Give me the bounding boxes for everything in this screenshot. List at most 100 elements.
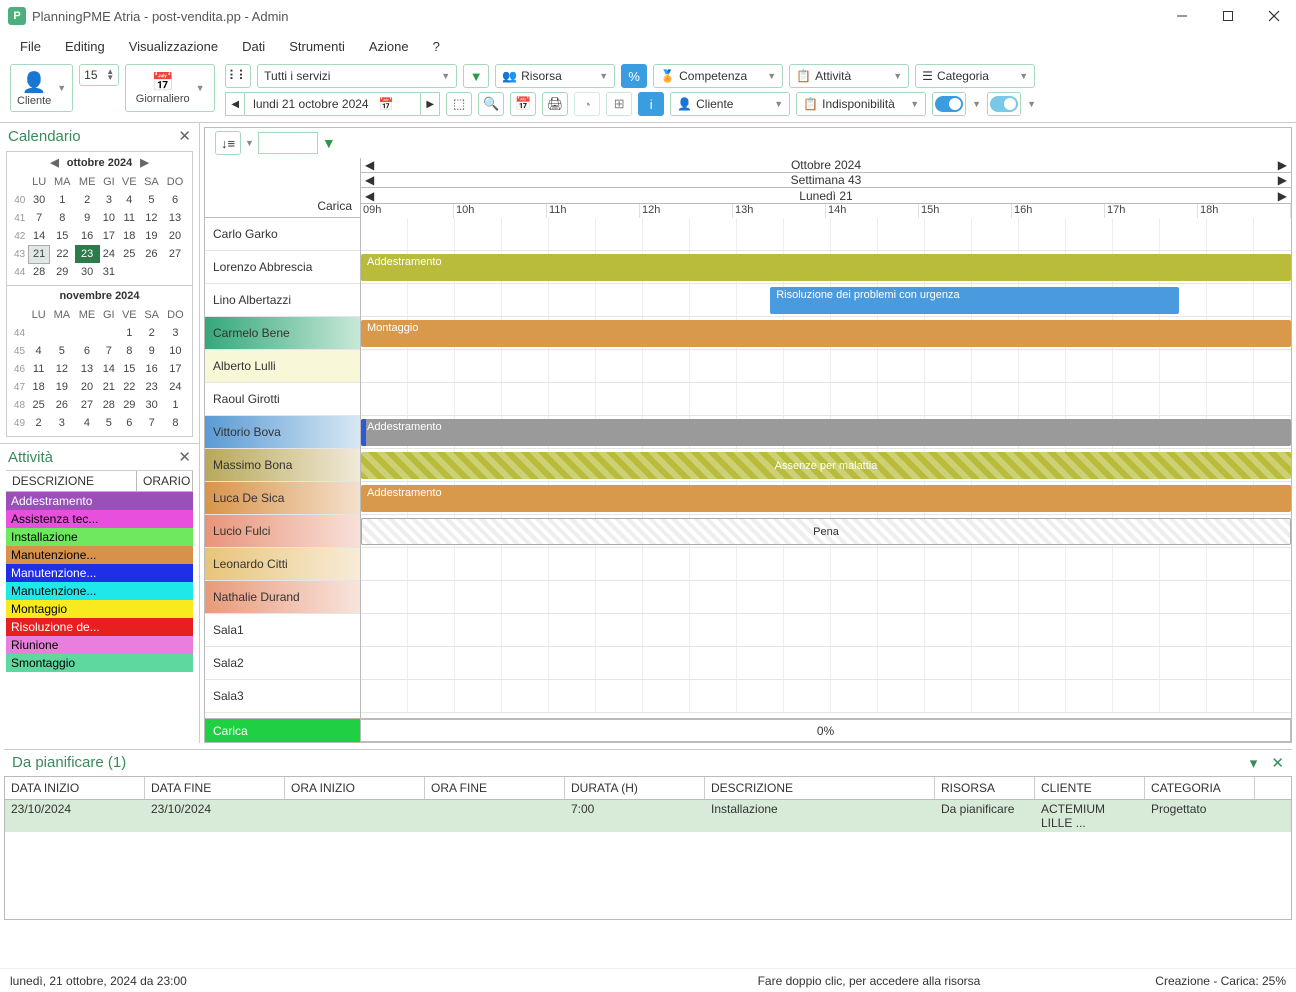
cal-day[interactable]: 25: [118, 245, 140, 263]
cal-day[interactable]: 30: [75, 263, 100, 281]
gantt-row[interactable]: [361, 548, 1291, 581]
activity-item[interactable]: Manutenzione...: [6, 582, 193, 600]
cal-day[interactable]: 1: [118, 324, 140, 342]
gantt-row[interactable]: Montaggio: [361, 317, 1291, 350]
cal-day[interactable]: 28: [29, 263, 50, 281]
cal-day[interactable]: 19: [49, 378, 74, 396]
cal-day[interactable]: 26: [140, 245, 162, 263]
cal-day[interactable]: 6: [74, 342, 99, 360]
cal-day[interactable]: 3: [49, 414, 74, 432]
hierarchy-icon[interactable]: ⠇⠇: [225, 64, 251, 88]
cal-day[interactable]: 23: [140, 378, 162, 396]
services-dropdown[interactable]: Tutti i servizi▼: [257, 64, 457, 88]
resource-row[interactable]: Leonardo Citti: [205, 548, 360, 581]
cal-day[interactable]: 4: [118, 191, 140, 209]
maximize-button[interactable]: [1214, 6, 1242, 26]
menu-?[interactable]: ?: [423, 35, 450, 58]
cal-day[interactable]: 24: [100, 245, 119, 263]
cal-day[interactable]: 27: [74, 396, 99, 414]
cal-prev[interactable]: ◀: [50, 156, 58, 169]
resource-row[interactable]: Lucio Fulci: [205, 515, 360, 548]
cal-day[interactable]: 31: [100, 263, 119, 281]
cal-day[interactable]: 13: [163, 209, 188, 227]
cal-day[interactable]: 4: [28, 342, 49, 360]
cal-day[interactable]: 24: [163, 378, 188, 396]
cal-day[interactable]: [49, 324, 74, 342]
cal-day[interactable]: 9: [140, 342, 162, 360]
table-row[interactable]: 23/10/202423/10/20247:00InstallazioneDa …: [5, 800, 1291, 832]
cal-day[interactable]: 10: [163, 342, 188, 360]
cal-day[interactable]: 7: [100, 342, 119, 360]
minimize-button[interactable]: [1168, 6, 1196, 26]
cal-day[interactable]: 3: [100, 191, 119, 209]
menu-editing[interactable]: Editing: [55, 35, 115, 58]
cal-day[interactable]: 8: [118, 342, 140, 360]
resource-row[interactable]: Sala1: [205, 614, 360, 647]
cal-day[interactable]: 18: [118, 227, 140, 245]
cal-day[interactable]: [140, 263, 162, 281]
cal-day[interactable]: 14: [100, 360, 119, 378]
date-prev[interactable]: ◀: [225, 92, 245, 116]
cal-day[interactable]: [74, 324, 99, 342]
gantt-row[interactable]: Pena: [361, 515, 1291, 548]
resource-row[interactable]: Lino Albertazzi: [205, 284, 360, 317]
dropdown-icon[interactable]: ▾: [1250, 755, 1258, 772]
gantt-row[interactable]: [361, 680, 1291, 713]
cal-day[interactable]: 15: [118, 360, 140, 378]
toggle-2[interactable]: [987, 92, 1021, 116]
cal-day[interactable]: 12: [49, 360, 74, 378]
cal-day[interactable]: 16: [140, 360, 162, 378]
cal-day[interactable]: [28, 324, 49, 342]
gantt-row[interactable]: [361, 383, 1291, 416]
cal-day[interactable]: 20: [163, 227, 188, 245]
menu-azione[interactable]: Azione: [359, 35, 419, 58]
count-spinner[interactable]: 15 ▲▼: [79, 64, 119, 86]
activity-item[interactable]: Assistenza tec...: [6, 510, 193, 528]
cal-day[interactable]: 29: [50, 263, 75, 281]
categoria-dropdown[interactable]: ☰Categoria▼: [915, 64, 1035, 88]
resource-row[interactable]: Sala2: [205, 647, 360, 680]
info-icon[interactable]: i: [638, 92, 664, 116]
print-icon[interactable]: 🖨: [542, 92, 568, 116]
indisponibilita-dropdown[interactable]: 📋Indisponibilità▼: [796, 92, 926, 116]
month-header[interactable]: ◀Ottobre 2024▶: [361, 158, 1291, 173]
cliente-dropdown[interactable]: 👤Cliente▼: [670, 92, 790, 116]
gantt-row[interactable]: Assenze per malattia: [361, 449, 1291, 482]
close-icon[interactable]: ✕: [1271, 755, 1284, 772]
cal-day[interactable]: 13: [74, 360, 99, 378]
gantt-row[interactable]: [361, 647, 1291, 680]
gantt-row[interactable]: [361, 614, 1291, 647]
filter-icon[interactable]: ▼: [463, 64, 489, 88]
search-icon[interactable]: 🔍: [478, 92, 504, 116]
cal-day[interactable]: 3: [163, 324, 188, 342]
resource-row[interactable]: Vittorio Bova: [205, 416, 360, 449]
gantt-row[interactable]: [361, 581, 1291, 614]
week-header[interactable]: ◀Settimana 43▶: [361, 173, 1291, 188]
cal-day[interactable]: 27: [163, 245, 188, 263]
cal-day[interactable]: 21: [100, 378, 119, 396]
activity-item[interactable]: Manutenzione...: [6, 546, 193, 564]
activity-item[interactable]: Smontaggio: [6, 654, 193, 672]
cal-day[interactable]: 11: [118, 209, 140, 227]
cal-day[interactable]: 20: [74, 378, 99, 396]
risorsa-dropdown[interactable]: 👥Risorsa▼: [495, 64, 615, 88]
competenza-dropdown[interactable]: 🏅Competenza▼: [653, 64, 783, 88]
task-bar[interactable]: Addestramento: [361, 419, 1291, 446]
cal-day[interactable]: 28: [100, 396, 119, 414]
cal-day[interactable]: 10: [100, 209, 119, 227]
menu-strumenti[interactable]: Strumenti: [279, 35, 355, 58]
task-bar[interactable]: Addestramento: [361, 485, 1291, 512]
resource-row[interactable]: Carlo Garko: [205, 218, 360, 251]
gantt-row[interactable]: [361, 218, 1291, 251]
cal-day[interactable]: [163, 263, 188, 281]
gantt-row[interactable]: Addestramento: [361, 251, 1291, 284]
resource-row[interactable]: Luca De Sica: [205, 482, 360, 515]
cal-day[interactable]: 5: [140, 191, 162, 209]
filter-icon[interactable]: ▼: [322, 135, 336, 151]
task-bar[interactable]: Assenze per malattia: [361, 452, 1291, 479]
sort-icon[interactable]: ↓≡: [215, 131, 241, 155]
cal-day[interactable]: 12: [140, 209, 162, 227]
cal-day[interactable]: 15: [50, 227, 75, 245]
giornaliero-button[interactable]: 📅 Giornaliero ▼: [125, 64, 215, 112]
mini-calendar-nov[interactable]: novembre 2024LUMAMEGIVESADO4412345456789…: [6, 286, 193, 437]
